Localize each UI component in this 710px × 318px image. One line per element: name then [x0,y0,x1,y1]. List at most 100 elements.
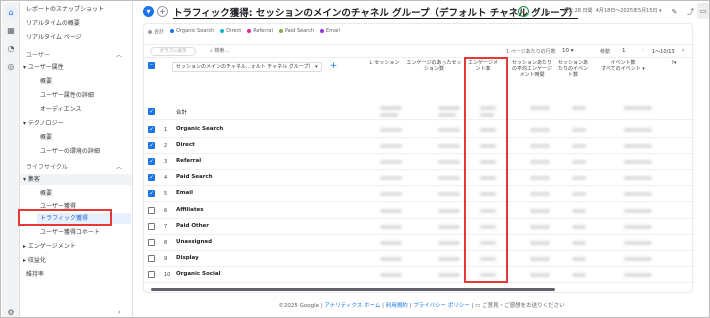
chat-icon[interactable]: ▭ [697,3,709,19]
sidebar-item-realtime-overview[interactable]: リアルタイムの概要 [26,18,80,29]
redacted-cell [438,256,460,261]
filter-icon[interactable]: ▾ [143,6,154,17]
left-rail: ⌂ ▦ ◔ ◎ ⚙ [2,2,20,317]
sidebar-item-tech-detail[interactable]: ユーザーの環境の詳細 [40,146,100,157]
add-dimension-icon[interactable]: + [328,61,339,72]
horizontal-scrollbar[interactable] [151,288,555,291]
row-checkbox[interactable] [148,270,155,278]
sidebar-group-engagement[interactable]: ▸ エンゲージメント [23,241,76,252]
sidebar-item-realtime-pages[interactable]: リアルタイム ページ [26,32,82,43]
explore-icon[interactable]: ◔ [5,42,17,54]
redacted-cell [624,224,652,229]
col-events-per-session[interactable]: セッションあたりのイベント数 [556,60,590,78]
sidebar-group-user-attr[interactable]: ▾ ユーザー属性 [23,62,64,73]
table-row: ✓ 3 Referral [144,154,694,171]
terms-link[interactable]: 利用規約 [386,303,408,309]
redacted-cell [572,160,586,165]
col-more[interactable]: ﾃ▾ [664,60,684,66]
section-user[interactable]: ユーザー ︿ [26,50,136,61]
sidebar-item-overview[interactable]: 概要 [40,76,52,87]
total-label: 合計 [176,110,188,116]
redacted-cell [572,256,586,261]
redacted-cell [572,208,586,213]
customize-report-icon[interactable]: ✎ [669,6,680,17]
row-checkbox[interactable]: ✓ [148,142,155,150]
total-checkbox[interactable]: ✓ [148,108,155,115]
redacted-cell [624,176,652,181]
reports-sidebar: レポートのスナップショット リアルタイムの概要 リアルタイム ページ ユーザー … [20,2,136,317]
col-avg-engagement-time[interactable]: セッションあたりの平均エンゲージメント時間 [510,60,554,78]
row-checkbox[interactable]: ✓ [148,158,155,166]
home-icon[interactable]: ⌂ [5,6,17,18]
row-channel-label: Organic Search [176,126,224,132]
rows-per-page-label: 1 ページあたりの行数 [506,49,556,55]
settings-gear-icon[interactable]: ⚙ [5,306,17,317]
feedback-link[interactable]: ご意見・ご感想をお送りください [482,303,565,309]
prev-page-icon[interactable]: ‹ [642,47,644,54]
redacted-cell [380,224,402,229]
row-number: 1 [164,127,168,133]
row-checkbox[interactable]: ✓ [148,190,155,198]
row-checkbox[interactable] [148,254,155,262]
date-range-picker[interactable]: 過去 28 日間 4月18日～2025年5月15日 ▾ [563,7,662,14]
add-comparison-icon[interactable]: + [157,6,168,17]
sidebar-item-acq-overview[interactable]: 概要 [40,188,52,199]
analytics-home-link[interactable]: アナリティクス ホーム [324,303,380,309]
redacted-cell [572,128,586,132]
table-row: 8 Unassigned [144,235,694,251]
sidebar-item-snapshot[interactable]: レポートのスナップショット [26,4,104,15]
check-icon[interactable]: ✓ [518,6,529,17]
chevron-up-icon: ︿ [115,52,122,59]
redacted-cell [624,192,652,197]
sidebar-group-technology[interactable]: ▾ テクノロジー [23,118,64,129]
redacted-cell [438,208,460,213]
row-number: 2 [164,143,168,150]
chevron-down-icon[interactable]: ▾ [530,6,541,17]
redacted-cell [438,272,460,277]
search-field[interactable]: ⌕ 検索... [210,47,410,56]
redacted-cell [438,128,460,132]
add-icon[interactable]: + [542,6,553,17]
row-checkbox[interactable] [148,206,155,214]
legend-item-organic: Organic Search [170,28,214,35]
reports-icon[interactable]: ▦ [5,24,17,36]
select-all-checkbox[interactable]: – [148,62,155,69]
advertising-icon[interactable]: ◎ [5,60,17,72]
table-row: 6 Affiliates [144,203,694,219]
share-icon[interactable]: ⤴ [685,6,696,17]
dimension-select[interactable]: セッションのメインのチャネル...ォルト チャネル グループ） ▾ [172,62,322,72]
row-checkbox[interactable]: ✓ [148,126,155,133]
privacy-link[interactable]: プライバシー ポリシー [413,303,470,309]
sidebar-item-tech-overview[interactable]: 概要 [40,132,52,143]
rows-per-page-select[interactable]: 10 ▾ [562,47,584,56]
row-checkbox[interactable] [148,222,155,230]
redacted-cell [380,128,402,132]
col-engaged-sessions[interactable]: エンゲージのあったセッション数 [406,60,462,72]
pagination-status: 1〜10/13 [652,49,675,55]
sidebar-group-acquisition[interactable]: ▾ 集客 [20,174,132,185]
redacted-cell [438,192,460,197]
redacted-cell [380,256,402,261]
sidebar-item-user-acq-cohort[interactable]: ユーザー獲得コホート [40,227,100,238]
collapse-sidebar-icon[interactable]: ‹ [118,307,120,317]
row-channel-label: Direct [176,142,195,149]
next-page-icon[interactable]: › [682,47,684,54]
col-sessions[interactable]: ↓ セッション [364,60,404,66]
sidebar-item-audience[interactable]: オーディエンス [40,104,81,115]
redacted-cell [530,128,550,132]
sidebar-group-monetization[interactable]: ▸ 収益化 [23,255,46,266]
chevron-up-icon: ︿ [115,164,122,171]
sidebar-item-user-attr-detail[interactable]: ユーザー属性の詳細 [40,90,94,101]
series-legend: 合計 Organic Search Direct Referral Paid S… [148,28,340,35]
report-header: ▾ + トラフィック獲得: セッションのメインのチャネル グループ（デフォルト … [133,2,709,21]
plot-rows-button[interactable]: グラフに表示 [150,47,196,56]
row-channel-label: Paid Search [176,174,213,181]
table-row: ✓ 2 Direct [144,138,694,155]
legend-item-referral: Referral [247,28,273,35]
row-checkbox[interactable]: ✓ [148,174,155,182]
col-event-count[interactable]: イベント数 すべてのイベント ▾ [592,60,654,72]
goto-page-input[interactable]: 1 [622,48,626,54]
sidebar-item-retention[interactable]: 維持率 [26,269,44,280]
row-checkbox[interactable] [148,238,155,246]
section-lifecycle[interactable]: ライフサイクル ︿ [26,162,136,173]
